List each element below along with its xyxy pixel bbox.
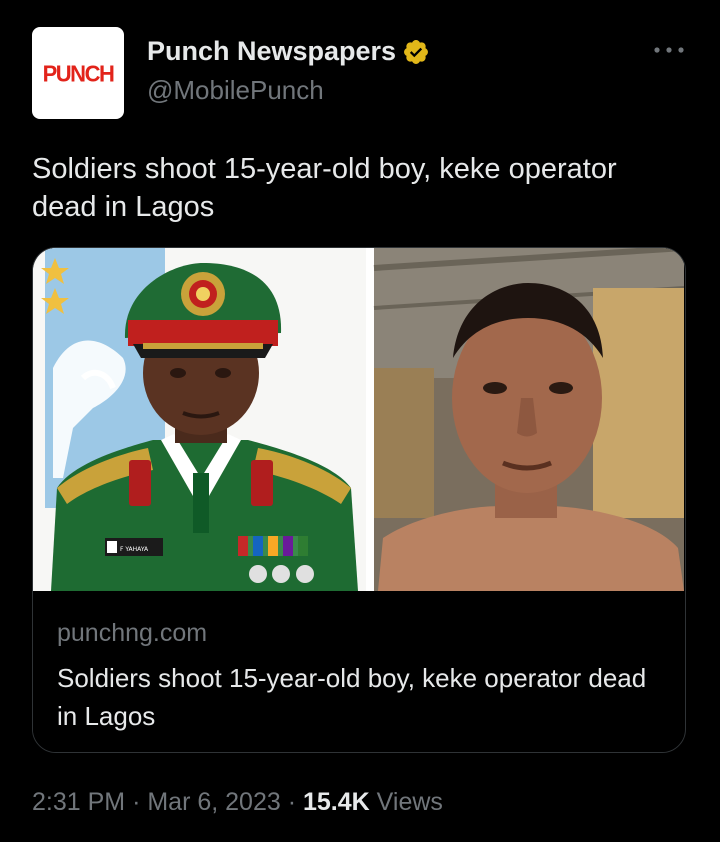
- verified-badge-icon: [402, 38, 430, 66]
- tweet-time[interactable]: 2:31 PM: [32, 788, 125, 816]
- card-meta: punchng.com Soldiers shoot 15-year-old b…: [33, 591, 684, 752]
- card-image[interactable]: F YAHAYA: [33, 248, 684, 591]
- link-card[interactable]: F YAHAYA punchng.com Soldiers shoot 15-y…: [32, 247, 686, 753]
- punch-logo: PUNCH: [42, 60, 115, 87]
- meta-separator-2: ·: [287, 788, 297, 816]
- display-name-text: Punch Newspapers: [147, 36, 397, 66]
- card-title: Soldiers shoot 15-year-old boy, keke ope…: [57, 663, 647, 731]
- general-portrait-photo: F YAHAYA: [33, 248, 366, 591]
- boy-portrait-photo: [373, 248, 684, 591]
- tweet-date[interactable]: Mar 6, 2023: [147, 788, 280, 816]
- views-count: 15.4K: [303, 788, 370, 816]
- handle[interactable]: @MobilePunch: [147, 75, 324, 106]
- name-tag-text: F YAHAYA: [120, 546, 149, 553]
- more-options-icon[interactable]: [652, 40, 686, 60]
- card-domain: punchng.com: [57, 619, 208, 647]
- tweet: PUNCH Punch Newspapers @MobilePunch Sold…: [0, 0, 720, 842]
- meta-separator-1: ·: [132, 788, 141, 816]
- display-name[interactable]: Punch Newspapers: [147, 36, 430, 67]
- avatar[interactable]: PUNCH: [32, 27, 124, 119]
- tweet-text: Soldiers shoot 15-year-old boy, keke ope…: [32, 153, 617, 223]
- views-label: Views: [376, 788, 443, 816]
- tweet-meta: 2:31 PM · Mar 6, 2023 · 15.4K Views: [32, 788, 443, 817]
